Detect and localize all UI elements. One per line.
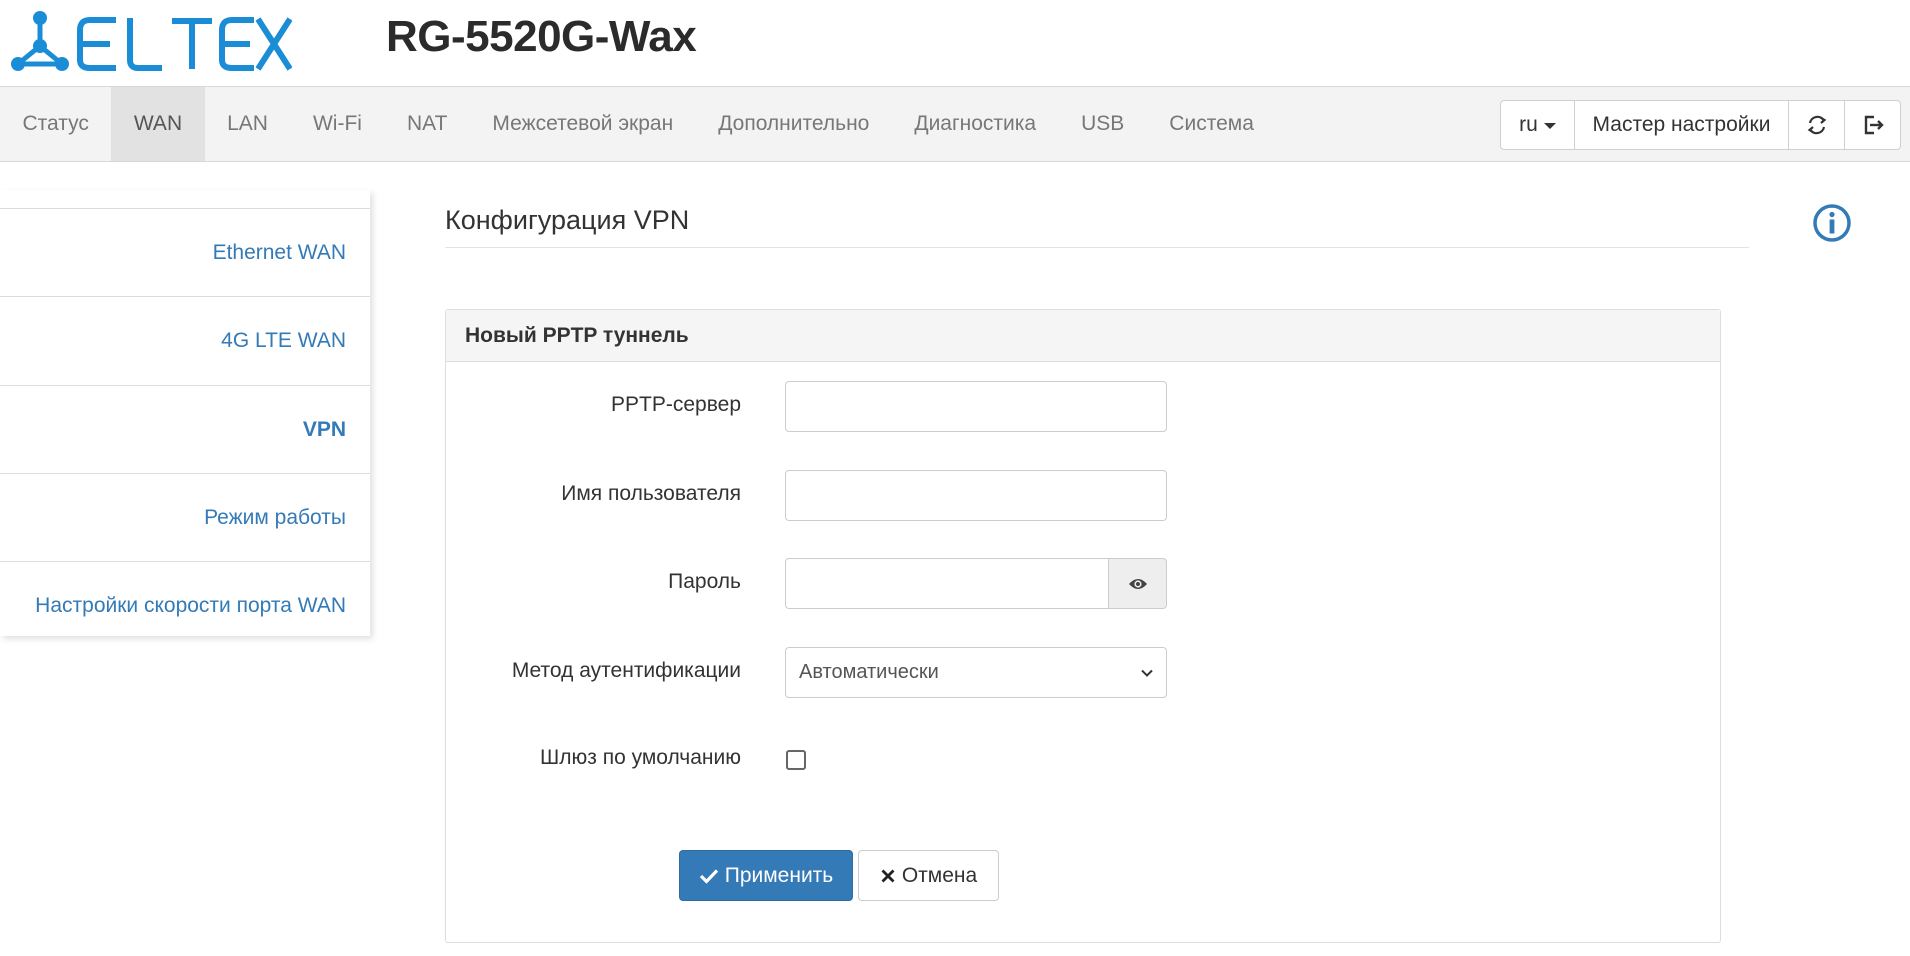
auth-method-label-wrap: Метод аутентификации (446, 647, 741, 697)
default-gateway-checkbox[interactable] (786, 750, 806, 770)
auth-method-value: Автоматически (799, 661, 939, 683)
username-label: Имя пользователя (561, 482, 741, 505)
default-gateway-label: Шлюз по умолчанию (539, 746, 741, 769)
sidebar: Ethernet WAN 4G LTE WAN VPN Режим работы… (0, 190, 370, 636)
sidebar-item-operating-mode[interactable]: Режим работы (0, 473, 370, 561)
username-input[interactable] (785, 470, 1167, 521)
nav-item-usb[interactable]: USB (1059, 87, 1147, 161)
nav-item-wan[interactable]: WAN (111, 87, 205, 161)
language-dropdown[interactable]: ru (1501, 101, 1574, 149)
chevron-down-icon (1141, 669, 1153, 677)
info-icon (1813, 204, 1851, 242)
nav-item-status[interactable]: Статус (0, 87, 111, 161)
password-label: Пароль (668, 570, 741, 593)
sidebar-item-ethernet-wan[interactable]: Ethernet WAN (0, 208, 370, 296)
caret-down-icon (1543, 123, 1556, 129)
nav-item-diagnostics[interactable]: Диагностика (892, 87, 1059, 161)
apply-button-label: Применить (724, 863, 834, 887)
header: RG-5520G-Wax (0, 0, 1910, 86)
language-label: ru (1519, 113, 1538, 136)
nav-item-firewall[interactable]: Межсетевой экран (470, 87, 696, 161)
nav-actions: ru Мастер настройки (1500, 100, 1901, 150)
nav-item-wifi[interactable]: Wi-Fi (290, 87, 384, 161)
pptp-server-input[interactable] (785, 381, 1167, 432)
default-gateway-label-wrap: Шлюз по умолчанию (446, 734, 741, 784)
top-navbar: Статус WAN LAN Wi-Fi NAT Межсетевой экра… (0, 86, 1910, 162)
page-title: Конфигурация VPN (445, 205, 690, 235)
sidebar-item-vpn[interactable]: VPN (0, 385, 370, 473)
password-label-wrap: Пароль (446, 558, 741, 608)
sidebar-item-wan-port-speed[interactable]: Настройки скорости порта WAN (0, 561, 370, 649)
pptp-server-label: PPTP-сервер (611, 393, 741, 416)
nav-item-lan[interactable]: LAN (205, 87, 291, 161)
auth-method-label: Метод аутентификации (511, 659, 741, 682)
nav-menu: Статус WAN LAN Wi-Fi NAT Межсетевой экра… (0, 87, 1276, 161)
eltex-logo[interactable] (6, 10, 292, 72)
cancel-button-label: Отмена (901, 863, 978, 887)
auth-method-select[interactable]: Автоматически (785, 647, 1167, 698)
nav-item-nat[interactable]: NAT (384, 87, 469, 161)
close-icon (881, 869, 895, 882)
nav-item-system[interactable]: Система (1147, 87, 1277, 161)
refresh-button[interactable] (1788, 101, 1844, 149)
pptp-server-label-wrap: PPTP-сервер (446, 381, 741, 431)
pptp-tunnel-panel: Новый PPTP туннель PPTP-сервер Имя польз… (445, 309, 1721, 943)
eltex-logo-icon (11, 11, 292, 71)
panel-heading: Новый PPTP туннель (446, 310, 1720, 362)
sidebar-item-4g-lte-wan[interactable]: 4G LTE WAN (0, 296, 370, 384)
eye-icon (1128, 578, 1147, 589)
title-divider (445, 247, 1749, 248)
username-label-wrap: Имя пользователя (446, 470, 741, 520)
device-model: RG-5520G-Wax (386, 12, 697, 61)
logout-icon (1864, 115, 1884, 135)
logout-button[interactable] (1844, 101, 1900, 149)
cancel-button[interactable]: Отмена (858, 850, 999, 901)
password-input[interactable] (785, 558, 1109, 609)
setup-wizard-button[interactable]: Мастер настройки (1574, 101, 1788, 149)
apply-button[interactable]: Применить (679, 850, 853, 901)
show-password-button[interactable] (1109, 558, 1167, 609)
nav-item-advanced[interactable]: Дополнительно (696, 87, 892, 161)
password-group (785, 558, 1167, 609)
checkmark-icon (699, 868, 718, 884)
info-button[interactable] (1812, 203, 1852, 243)
refresh-icon (1807, 115, 1826, 135)
